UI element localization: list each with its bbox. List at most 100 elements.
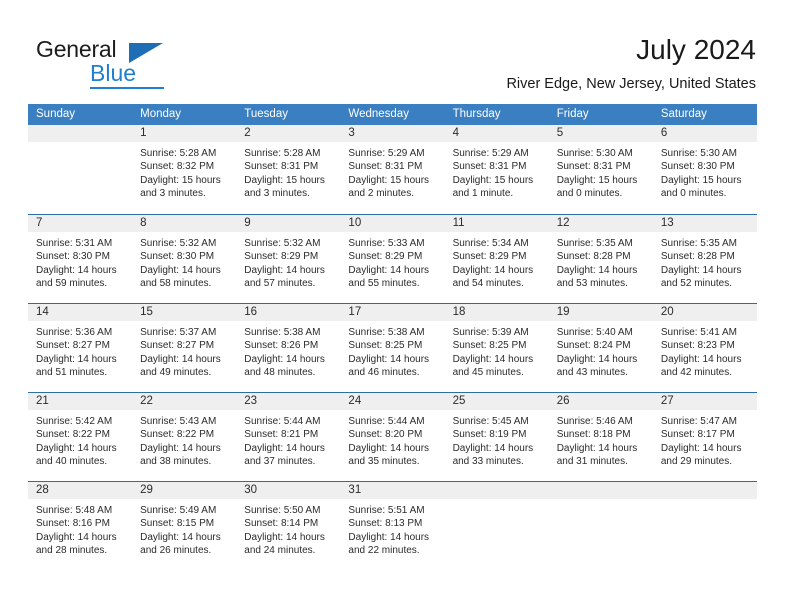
daylight-text-line2: and 45 minutes. [452, 367, 524, 379]
daylight-text-line2: and 3 minutes. [140, 188, 206, 200]
weekday-header-saturday: Saturday [660, 108, 707, 120]
calendar-day-cell[interactable]: 4 Sunrise: 5:29 AM Sunset: 8:31 PM Daylight… [444, 125, 549, 214]
calendar-day-cell[interactable]: 30 Sunrise: 5:50 AM Sunset: 8:14 PM Dayligh… [236, 482, 341, 570]
daylight-text-line2: and 0 minutes. [660, 188, 727, 200]
day-sun-info: Sunrise: 5:44 AM Sunset: 8:21 PM Daylight:… [236, 410, 340, 469]
calendar-week-row: 21 Sunrise: 5:42 AM Sunset: 8:22 PM Dayligh… [28, 392, 757, 481]
day-sun-info: Sunrise: 5:49 AM Sunset: 8:15 PM Daylight:… [132, 499, 236, 558]
daylight-text-line2: and 55 minutes. [348, 278, 420, 290]
day-sun-info: Sunrise: 5:48 AM Sunset: 8:16 PM Daylight:… [28, 499, 132, 558]
calendar-day-cell[interactable]: 26 Sunrise: 5:46 AM Sunset: 8:18 PM Dayligh… [548, 393, 653, 481]
weekday-header-monday: Monday [140, 108, 182, 120]
daylight-text-line1: Daylight: 14 hours [348, 264, 430, 276]
calendar-day-cell[interactable]: 11 Sunrise: 5:34 AM Sunset: 8:29 PM Dayligh… [444, 215, 549, 303]
calendar-week-row: 7 Sunrise: 5:31 AM Sunset: 8:30 PM Daylight… [28, 214, 757, 303]
sunset-text: Sunset: 8:30 PM [36, 251, 110, 263]
calendar-day-cell[interactable]: 18 Sunrise: 5:39 AM Sunset: 8:25 PM Dayligh… [444, 304, 549, 392]
daylight-text-line1: Daylight: 14 hours [348, 442, 430, 454]
calendar-day-cell[interactable]: 20 Sunrise: 5:41 AM Sunset: 8:23 PM Dayligh… [652, 304, 757, 392]
calendar-day-cell[interactable]: 19 Sunrise: 5:40 AM Sunset: 8:24 PM Dayligh… [548, 304, 653, 392]
day-number: 1 [132, 125, 237, 142]
calendar-day-cell[interactable]: 14 Sunrise: 5:36 AM Sunset: 8:27 PM Dayligh… [28, 304, 133, 392]
sunrise-text: Sunrise: 5:48 AM [36, 505, 113, 516]
calendar-day-cell[interactable]: 8 Sunrise: 5:32 AM Sunset: 8:30 PM Daylight… [132, 215, 237, 303]
sunrise-text: Sunrise: 5:50 AM [244, 505, 321, 516]
daylight-text-line1: Daylight: 14 hours [140, 353, 221, 365]
calendar-day-cell[interactable]: 25 Sunrise: 5:45 AM Sunset: 8:19 PM Dayligh… [444, 393, 549, 481]
daylight-text-line2: and 38 minutes. [140, 456, 212, 468]
calendar-day-cell[interactable]: 28 Sunrise: 5:48 AM Sunset: 8:16 PM Dayligh… [28, 482, 133, 570]
calendar-day-cell[interactable]: 10 Sunrise: 5:33 AM Sunset: 8:29 PM Dayligh… [340, 215, 445, 303]
calendar-day-cell[interactable]: 3 Sunrise: 5:29 AM Sunset: 8:31 PM Daylight… [340, 125, 445, 214]
day-sun-info: Sunrise: 5:28 AM Sunset: 8:32 PM Daylight:… [132, 142, 236, 201]
daylight-text-line1: Daylight: 14 hours [36, 353, 117, 365]
daylight-text-line1: Daylight: 14 hours [452, 353, 534, 365]
sunrise-text: Sunrise: 5:44 AM [244, 416, 321, 427]
calendar-day-cell[interactable]: 23 Sunrise: 5:44 AM Sunset: 8:21 PM Dayligh… [236, 393, 341, 481]
sunrise-text: Sunrise: 5:30 AM [660, 148, 737, 159]
calendar-day-cell[interactable]: 27 Sunrise: 5:47 AM Sunset: 8:17 PM Dayligh… [652, 393, 757, 481]
daylight-text-line2: and 26 minutes. [140, 545, 212, 557]
calendar-day-cell[interactable]: 13 Sunrise: 5:35 AM Sunset: 8:28 PM Dayligh… [652, 215, 757, 303]
daylight-text-line1: Daylight: 14 hours [140, 442, 221, 454]
day-sun-info: Sunrise: 5:28 AM Sunset: 8:31 PM Daylight:… [236, 142, 340, 201]
day-sun-info: Sunrise: 5:50 AM Sunset: 8:14 PM Daylight:… [236, 499, 340, 558]
calendar-day-cell[interactable]: 17 Sunrise: 5:38 AM Sunset: 8:25 PM Dayligh… [340, 304, 445, 392]
calendar-day-cell[interactable]: 24 Sunrise: 5:44 AM Sunset: 8:20 PM Dayligh… [340, 393, 445, 481]
calendar-day-cell[interactable]: 22 Sunrise: 5:43 AM Sunset: 8:22 PM Dayligh… [132, 393, 237, 481]
calendar-day-cell[interactable]: 16 Sunrise: 5:38 AM Sunset: 8:26 PM Dayligh… [236, 304, 341, 392]
calendar-day-cell[interactable]: 31 Sunrise: 5:51 AM Sunset: 8:13 PM Dayligh… [340, 482, 445, 570]
sunrise-text: Sunrise: 5:29 AM [452, 148, 529, 159]
calendar-day-cell[interactable]: 9 Sunrise: 5:32 AM Sunset: 8:29 PM Daylight… [236, 215, 341, 303]
calendar-day-cell[interactable]: 29 Sunrise: 5:49 AM Sunset: 8:15 PM Dayligh… [132, 482, 237, 570]
daylight-text-line1: Daylight: 14 hours [36, 264, 117, 276]
calendar-day-cell[interactable]: 7 Sunrise: 5:31 AM Sunset: 8:30 PM Daylight… [28, 215, 133, 303]
page-subtitle: River Edge, New Jersey, United States [506, 76, 756, 92]
daylight-text-line2: and 46 minutes. [348, 367, 420, 379]
calendar-week-row: 28 Sunrise: 5:48 AM Sunset: 8:16 PM Dayligh… [28, 481, 757, 570]
sunrise-text: Sunrise: 5:32 AM [244, 238, 321, 249]
calendar-day-cell-empty [652, 482, 757, 570]
sunrise-text: Sunrise: 5:43 AM [140, 416, 217, 427]
calendar-week-row: 1 Sunrise: 5:28 AM Sunset: 8:32 PM Daylight… [28, 125, 757, 214]
day-sun-info: Sunrise: 5:39 AM Sunset: 8:25 PM Daylight:… [445, 321, 549, 380]
day-sun-info: Sunrise: 5:32 AM Sunset: 8:29 PM Daylight:… [236, 232, 340, 291]
calendar-day-cell[interactable]: 6 Sunrise: 5:30 AM Sunset: 8:30 PM Daylight… [652, 125, 757, 214]
sunset-text: Sunset: 8:16 PM [36, 518, 110, 530]
daylight-text-line2: and 52 minutes. [660, 278, 733, 290]
calendar-day-cell[interactable]: 21 Sunrise: 5:42 AM Sunset: 8:22 PM Dayligh… [28, 393, 133, 481]
day-number: 28 [28, 482, 133, 499]
logo-blue-text: Blue [90, 60, 137, 86]
day-sun-info: Sunrise: 5:46 AM Sunset: 8:18 PM Daylight:… [549, 410, 653, 469]
daylight-text-line1: Daylight: 14 hours [140, 531, 221, 543]
daylight-text-line2: and 51 minutes. [36, 367, 108, 379]
daylight-text-line1: Daylight: 14 hours [140, 264, 221, 276]
calendar-day-cell[interactable]: 15 Sunrise: 5:37 AM Sunset: 8:27 PM Dayligh… [132, 304, 237, 392]
day-sun-info: Sunrise: 5:30 AM Sunset: 8:31 PM Daylight:… [549, 142, 653, 201]
calendar-day-cell[interactable]: 2 Sunrise: 5:28 AM Sunset: 8:31 PM Daylight… [236, 125, 341, 214]
sunset-text: Sunset: 8:29 PM [348, 251, 423, 263]
day-sun-info: Sunrise: 5:41 AM Sunset: 8:23 PM Daylight:… [653, 321, 757, 380]
day-number: 17 [340, 304, 445, 321]
day-number [444, 482, 549, 499]
day-number: 20 [652, 304, 757, 321]
day-sun-info: Sunrise: 5:47 AM Sunset: 8:17 PM Daylight:… [653, 410, 757, 469]
day-number: 21 [28, 393, 133, 410]
weekday-header-row: Sunday Monday Tuesday Wednesday Thursday… [28, 104, 757, 125]
calendar-day-cell[interactable]: 12 Sunrise: 5:35 AM Sunset: 8:28 PM Dayligh… [548, 215, 653, 303]
weekday-header-wednesday: Wednesday [348, 108, 409, 120]
sunrise-text: Sunrise: 5:42 AM [36, 416, 113, 427]
calendar-day-cell[interactable]: 1 Sunrise: 5:28 AM Sunset: 8:32 PM Daylight… [132, 125, 237, 214]
daylight-text-line1: Daylight: 14 hours [244, 531, 325, 543]
sunset-text: Sunset: 8:27 PM [140, 340, 215, 352]
day-number: 10 [340, 215, 445, 232]
calendar-day-cell[interactable]: 5 Sunrise: 5:30 AM Sunset: 8:31 PM Daylight… [548, 125, 653, 214]
day-number: 15 [132, 304, 237, 321]
day-number: 6 [652, 125, 757, 142]
daylight-text-line1: Daylight: 14 hours [36, 531, 117, 543]
day-number: 8 [132, 215, 237, 232]
daylight-text-line2: and 2 minutes. [348, 188, 415, 200]
page-header: General Blue July 2024 River Edge, New J… [0, 0, 792, 100]
day-number: 12 [548, 215, 653, 232]
daylight-text-line1: Daylight: 14 hours [452, 442, 534, 454]
